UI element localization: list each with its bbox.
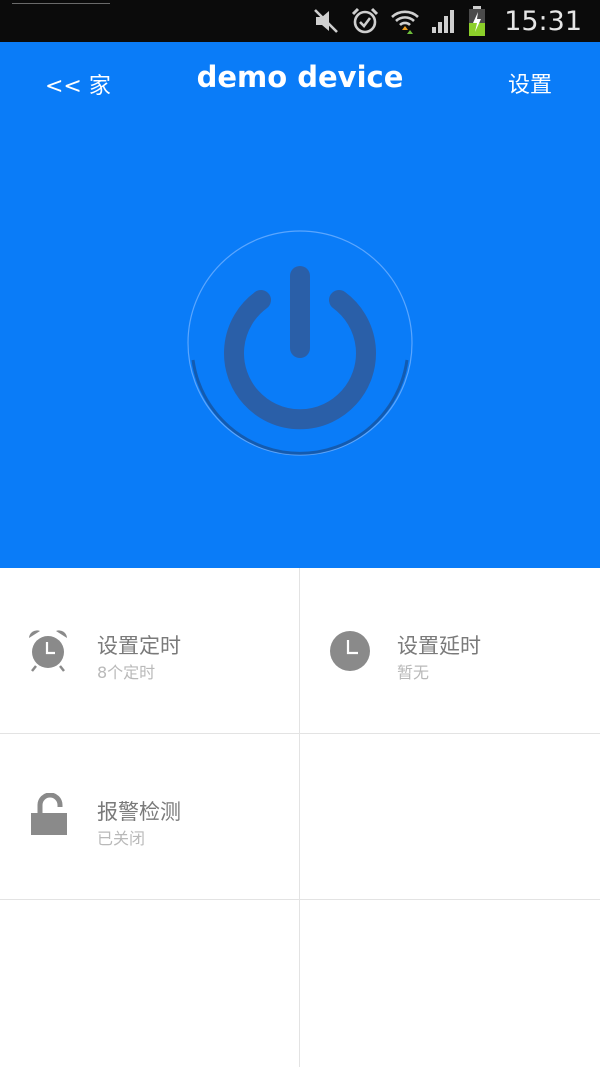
mute-icon [314, 9, 339, 33]
wifi-icon [391, 10, 420, 34]
alarm-detection-tile[interactable]: 报警检测 已关闭 [0, 734, 300, 900]
device-hero: << 家 demo device 设置 [0, 42, 600, 568]
empty-tile [300, 734, 600, 900]
signal-icon [432, 10, 455, 33]
status-icons: 15:31 [312, 5, 582, 37]
alarm-clock-icon [29, 630, 67, 672]
unlock-icon [31, 793, 67, 835]
alarm-detection-title: 报警检测 [97, 800, 181, 824]
timer-title: 设置定时 [97, 634, 181, 658]
timer-tile[interactable]: 设置定时 8个定时 [0, 568, 300, 734]
power-icon [187, 230, 413, 456]
alarm-detection-subtitle: 已关闭 [97, 829, 146, 848]
timer-subtitle: 8个定时 [97, 663, 156, 682]
alarm-icon [352, 7, 379, 34]
power-toggle-button[interactable] [187, 230, 413, 456]
function-grid: 设置定时 8个定时 设置延时 暂无 报警检测 已关闭 [0, 568, 600, 1067]
status-bar: 15:31 [0, 0, 600, 42]
empty-tile [0, 900, 300, 1067]
clock-icon [330, 631, 370, 671]
empty-tile [300, 900, 600, 1067]
back-button[interactable]: << 家 [45, 68, 111, 100]
status-time: 15:31 [504, 5, 582, 37]
battery-charging-icon [469, 6, 486, 36]
delay-tile[interactable]: 设置延时 暂无 [300, 568, 600, 734]
settings-button[interactable]: 设置 [508, 67, 552, 99]
delay-subtitle: 暂无 [397, 663, 430, 682]
delay-title: 设置延时 [397, 634, 481, 658]
status-bar-line [12, 3, 110, 4]
